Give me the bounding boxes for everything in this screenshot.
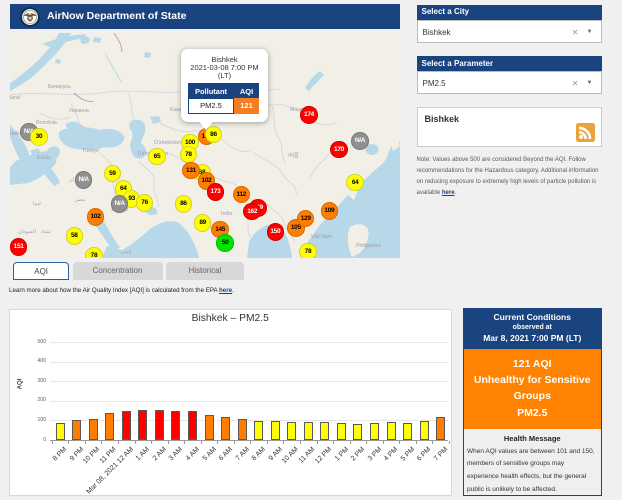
svg-text:Việt Nam: Việt Nam	[311, 234, 332, 240]
svg-text:Украина: Украина	[69, 108, 89, 114]
svg-text:India: India	[221, 211, 232, 217]
svg-text:مصر: مصر	[74, 197, 85, 203]
svg-text:Türkiye: Türkiye	[82, 148, 99, 154]
svg-text:Philippines: Philippines	[356, 243, 381, 249]
svg-text:تشاد: تشاد	[41, 229, 52, 235]
svg-text:land: land	[10, 95, 20, 101]
svg-text:السودان: السودان	[18, 229, 36, 235]
svg-text:O'zbekiston: O'zbekiston	[154, 140, 181, 146]
svg-text:中国: 中国	[288, 151, 298, 159]
svg-text:România: România	[36, 120, 57, 126]
svg-text:ليبيا: ليبيا	[33, 201, 41, 207]
svg-text:Ελλάς: Ελλάς	[37, 154, 52, 161]
svg-text:Беларусь: Беларусь	[48, 84, 71, 90]
